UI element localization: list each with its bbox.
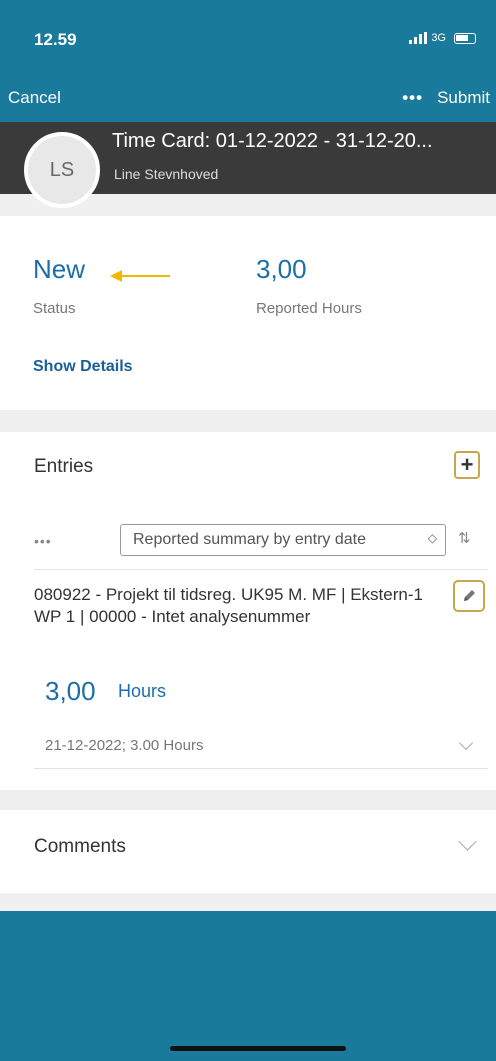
- comments-title[interactable]: Comments: [34, 836, 126, 858]
- employee-name: Line Stevnhoved: [114, 166, 219, 182]
- status-bar: 12.59 3G: [0, 0, 496, 82]
- signal-icon: [409, 32, 428, 44]
- avatar: LS: [24, 132, 100, 208]
- footer-bar: [0, 911, 496, 1061]
- divider: [34, 768, 488, 769]
- page-title: Time Card: 01-12-2022 - 31-12-20...: [112, 130, 433, 152]
- entry-hours-unit: Hours: [118, 681, 167, 701]
- divider: [34, 569, 488, 570]
- status-value: New: [33, 254, 86, 284]
- show-details-link[interactable]: Show Details: [33, 358, 133, 376]
- reported-hours-label: Reported Hours: [256, 300, 362, 317]
- section-separator: [0, 410, 496, 432]
- sort-icon[interactable]: ⇅: [458, 529, 471, 547]
- chevron-down-icon[interactable]: [458, 735, 474, 751]
- entry-detail: 21-12-2022; 3.00 Hours: [45, 737, 204, 754]
- status-time: 12.59: [34, 30, 77, 49]
- battery-icon: [454, 32, 476, 44]
- section-separator: [0, 893, 496, 911]
- entries-view-value: Reported summary by entry date: [133, 531, 366, 548]
- entries-more-button[interactable]: •••: [34, 533, 52, 549]
- select-updown-icon: ◇: [427, 531, 437, 545]
- network-label: 3G: [431, 32, 446, 44]
- reported-hours-value: 3,00: [256, 254, 307, 284]
- entry-description[interactable]: 080922 - Projekt til tidsreg. UK95 M. MF…: [34, 584, 434, 628]
- pencil-icon: [464, 590, 475, 601]
- chevron-down-icon[interactable]: [458, 832, 477, 851]
- section-separator: [0, 790, 496, 810]
- edit-entry-button[interactable]: [453, 580, 485, 612]
- plus-icon: +: [460, 452, 474, 477]
- add-entry-button[interactable]: +: [454, 451, 480, 479]
- cancel-button[interactable]: Cancel: [8, 88, 61, 108]
- submit-button[interactable]: Submit: [437, 88, 490, 108]
- entries-view-select[interactable]: Reported summary by entry date ◇: [120, 524, 446, 556]
- status-indicators: 3G: [409, 32, 476, 44]
- entry-hours-value: 3,00: [45, 676, 96, 706]
- more-options-button[interactable]: •••: [402, 88, 423, 108]
- status-label: Status: [33, 300, 76, 317]
- home-indicator: [170, 1046, 346, 1051]
- nav-bar: Cancel ••• Submit: [0, 82, 496, 122]
- entries-title: Entries: [34, 456, 94, 477]
- annotation-arrow-icon: [110, 270, 170, 282]
